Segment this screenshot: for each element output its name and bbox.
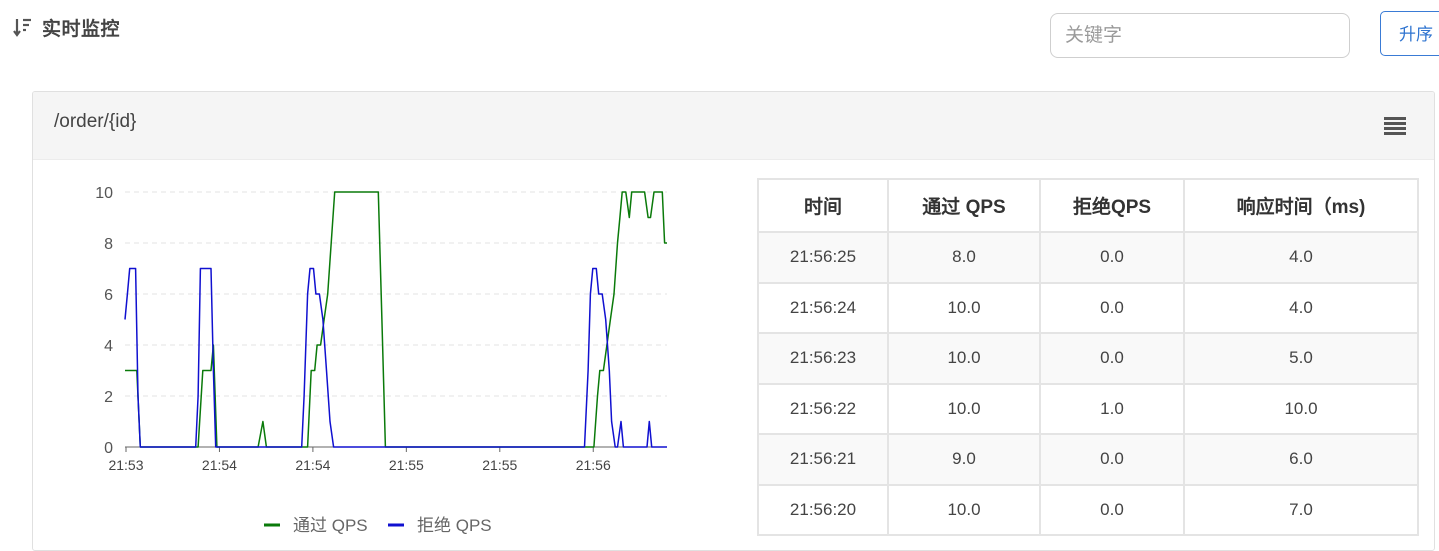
resource-card: /order/{id} 0 2 4 6 8 10 21:53 21:54 21:54 21:55 2…: [32, 91, 1435, 551]
table-row: 21:56:22 10.0 1.0 10.0: [757, 382, 1419, 435]
table-row: 21:56:24 10.0 0.0 4.0: [757, 281, 1419, 334]
x-tick-label: 21:54: [295, 457, 330, 473]
metrics-table: 时间 通过 QPS 拒绝QPS 响应时间（ms) 21:56:25 8.0 0.…: [757, 178, 1419, 536]
cell-block-qps: 1.0: [1039, 382, 1185, 435]
cell-time: 21:56:20: [757, 483, 889, 536]
block-qps-line: [124, 267, 667, 448]
x-tick-label: 21:56: [576, 457, 611, 473]
cell-pass-qps: 9.0: [887, 433, 1041, 486]
qps-line-chart: 0 2 4 6 8 10 21:53 21:54 21:54 21:55 21:55 21:56 通过 …: [95, 185, 667, 535]
table-row: 21:56:20 10.0 0.0 7.0: [757, 483, 1419, 536]
page-title-group: 实时监控: [13, 14, 120, 41]
resource-title: /order/{id}: [54, 111, 137, 132]
cell-rt: 5.0: [1183, 332, 1419, 385]
card-header: /order/{id}: [33, 92, 1434, 160]
cell-block-qps: 0.0: [1039, 433, 1185, 486]
cell-rt: 10.0: [1183, 382, 1419, 435]
table-row: 21:56:21 9.0 0.0 6.0: [757, 433, 1419, 486]
cell-block-qps: 0.0: [1039, 483, 1185, 536]
cell-pass-qps: 8.0: [887, 231, 1041, 284]
qps-chart: 0 2 4 6 8 10 21:53 21:54 21:54 21:55 21:55 21:56 通过 …: [33, 160, 733, 550]
table-row: 21:56:23 10.0 0.0 5.0: [757, 332, 1419, 385]
menu-icon[interactable]: [1384, 117, 1406, 135]
x-tick-label: 21:55: [482, 457, 517, 473]
cell-block-qps: 0.0: [1039, 281, 1185, 334]
cell-pass-qps: 10.0: [887, 483, 1041, 536]
cell-pass-qps: 10.0: [887, 382, 1041, 435]
x-tick-label: 21:53: [108, 457, 143, 473]
column-header-time[interactable]: 时间: [757, 178, 889, 233]
cell-block-qps: 0.0: [1039, 231, 1185, 284]
cell-pass-qps: 10.0: [887, 332, 1041, 385]
cell-block-qps: 0.0: [1039, 332, 1185, 385]
search-input[interactable]: [1050, 13, 1350, 58]
table-row: 21:56:25 8.0 0.0 4.0: [757, 231, 1419, 284]
cell-rt: 7.0: [1183, 483, 1419, 536]
page-title: 实时监控: [42, 19, 121, 40]
table-header-row: 时间 通过 QPS 拒绝QPS 响应时间（ms): [757, 178, 1419, 233]
cell-time: 21:56:22: [757, 382, 889, 435]
cell-time: 21:56:25: [757, 231, 889, 284]
cell-pass-qps: 10.0: [887, 281, 1041, 334]
x-tick-label: 21:55: [389, 457, 424, 473]
top-bar: 实时监控 升序: [0, 0, 1439, 70]
column-header-pass-qps[interactable]: 通过 QPS: [887, 178, 1041, 233]
y-tick-label: 10: [95, 185, 113, 202]
cell-time: 21:56:24: [757, 281, 889, 334]
sort-ascending-button[interactable]: 升序: [1380, 11, 1439, 56]
y-tick-label: 2: [104, 389, 113, 406]
x-tick-label: 21:54: [202, 457, 237, 473]
cell-time: 21:56:23: [757, 332, 889, 385]
column-header-rt[interactable]: 响应时间（ms): [1183, 178, 1419, 233]
cell-rt: 4.0: [1183, 281, 1419, 334]
y-tick-label: 4: [104, 338, 113, 355]
cell-rt: 6.0: [1183, 433, 1419, 486]
sort-descending-icon: [13, 18, 31, 37]
y-tick-label: 0: [104, 440, 113, 457]
legend-label: 通过 QPS: [293, 516, 368, 535]
cell-rt: 4.0: [1183, 231, 1419, 284]
column-header-block-qps[interactable]: 拒绝QPS: [1039, 178, 1185, 233]
cell-time: 21:56:21: [757, 433, 889, 486]
legend-label: 拒绝 QPS: [417, 516, 492, 535]
y-tick-label: 8: [104, 236, 113, 253]
y-tick-label: 6: [104, 287, 113, 304]
